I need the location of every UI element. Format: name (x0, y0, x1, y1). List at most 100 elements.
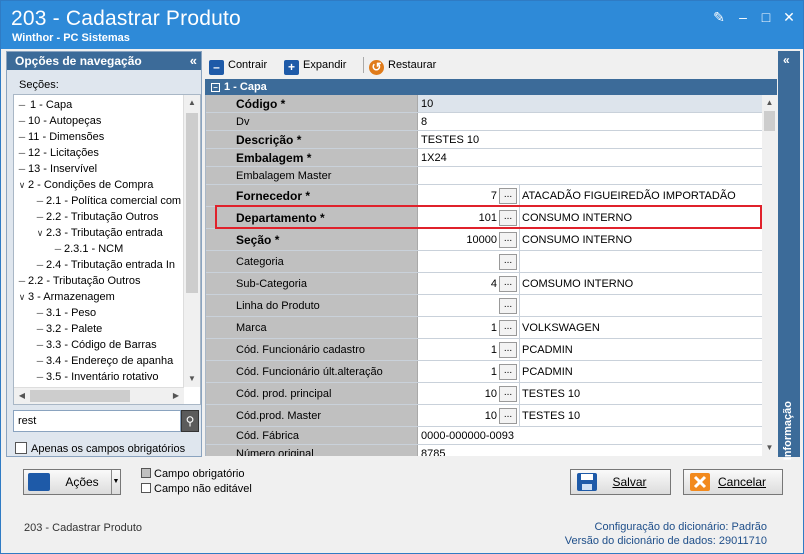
expand-info-icon[interactable]: « (783, 53, 790, 67)
tree-item-label: 10 - Autopeças (28, 115, 102, 127)
tree-expand-icon[interactable]: ∨ (34, 225, 46, 241)
navigation-panel-header: Opções de navegação « (7, 52, 201, 70)
lookup-button[interactable]: ... (499, 210, 517, 226)
field-code[interactable]: 7 (419, 185, 497, 206)
tree-scroll-thumb[interactable] (186, 113, 198, 293)
tree-horizontal-scrollbar[interactable]: ◀ ▶ (14, 387, 184, 404)
lookup-button[interactable]: ... (499, 232, 517, 248)
grid-scroll-up-icon[interactable]: ▲ (762, 95, 777, 111)
maximize-icon[interactable]: □ (759, 10, 773, 24)
field-label: Categoria (206, 251, 418, 272)
field-code[interactable]: 10000 (419, 229, 497, 250)
tree-item[interactable]: ─ 2.4 - Tributação entrada In (34, 257, 175, 273)
legend-required: Campo obrigatório (141, 468, 245, 480)
field-value[interactable] (419, 167, 421, 184)
checkbox-box[interactable] (15, 442, 27, 454)
field-value[interactable]: TESTES 10 (419, 131, 479, 148)
sections-tree[interactable]: ─ 1 - Capa ─ 10 - Autopeças ─ 11 - Dimensões ─… (13, 94, 201, 405)
tree-item[interactable]: ─ 10 - Autopeças (16, 113, 102, 129)
edit-icon[interactable]: ✎ (712, 10, 726, 24)
field-code[interactable] (419, 251, 497, 272)
tree-item[interactable]: ─ 1 - Capa (16, 97, 75, 113)
column-divider (519, 251, 520, 272)
search-icon[interactable]: ⚲ (181, 410, 199, 432)
field-label: Marca (206, 317, 418, 338)
tree-item[interactable]: ─ 2.3.1 - NCM (52, 241, 124, 257)
field-value[interactable]: 8 (419, 113, 427, 130)
tree-item[interactable]: ∨ 2 - Condições de Compra (16, 177, 154, 193)
tree-item[interactable]: ─ 12 - Licitações (16, 145, 99, 161)
tree-item[interactable]: ─ 2.1 - Política comercial com (34, 193, 181, 209)
tree-item[interactable]: ─ 3.2 - Palete (34, 321, 102, 337)
close-icon[interactable]: ✕ (782, 10, 796, 24)
required-only-checkbox[interactable]: Apenas os campos obrigatórios (15, 442, 185, 455)
tree-expand-icon[interactable]: ∨ (16, 177, 28, 193)
field-code[interactable]: 10 (419, 405, 497, 426)
info-panel[interactable]: « Informação (778, 51, 800, 460)
field-description: VOLKSWAGEN (522, 322, 600, 334)
field-code[interactable]: 4 (419, 273, 497, 294)
tree-item[interactable]: ─ 2.2 - Tributação Outros (16, 273, 141, 289)
lookup-button[interactable]: ... (499, 342, 517, 358)
tree-expand-icon[interactable]: ∨ (16, 289, 28, 305)
save-button[interactable]: Salvar (570, 469, 671, 495)
lookup-button[interactable]: ... (499, 364, 517, 380)
field-code[interactable]: 1 (419, 339, 497, 360)
collapse-button[interactable]: – Contrair (209, 56, 267, 75)
restore-button[interactable]: ↺ Restaurar (369, 56, 436, 75)
field-label: Departamento * (206, 207, 418, 228)
section-header[interactable]: –1 - Capa (205, 79, 777, 95)
tree-branch-icon: ─ (36, 372, 44, 382)
field-value[interactable]: 0000-000000-0093 (419, 427, 514, 444)
tree-item[interactable]: ─ 13 - Inservível (16, 161, 97, 177)
lookup-button[interactable]: ... (499, 320, 517, 336)
lookup-button[interactable]: ... (499, 408, 517, 424)
section-collapse-icon[interactable]: – (211, 83, 220, 92)
tree-item[interactable]: ─ 3.5 - Inventário rotativo (34, 369, 159, 385)
tree-item-label: 3.1 - Peso (46, 307, 97, 319)
tree-item[interactable]: ─ 3.4 - Endereço de apanha (34, 353, 173, 369)
field-value[interactable]: 8785 (419, 445, 445, 456)
tree-item[interactable]: ─ 3.1 - Peso (34, 305, 96, 321)
scroll-down-icon[interactable]: ▼ (184, 371, 200, 387)
grid-scrollbar[interactable]: ▲ ▼ (762, 95, 777, 456)
cancel-button[interactable]: Cancelar (683, 469, 783, 495)
field-label: Cód. Fábrica (206, 427, 418, 444)
field-code[interactable]: 1 (419, 317, 497, 338)
chevron-down-icon[interactable]: ▼ (111, 470, 120, 494)
field-value[interactable]: 1X24 (419, 149, 447, 166)
grid-scroll-thumb[interactable] (764, 111, 775, 131)
field-code[interactable] (419, 295, 497, 316)
expand-button[interactable]: + Expandir (284, 56, 346, 75)
tree-item[interactable]: ─ 2.2 - Tributação Outros (34, 209, 159, 225)
field-label: Código * (206, 95, 418, 112)
grid-scroll-down-icon[interactable]: ▼ (762, 440, 777, 456)
field-code[interactable]: 101 (419, 207, 497, 228)
lookup-button[interactable]: ... (499, 254, 517, 270)
field-row: Sub-Categoria 4... COMSUMO INTERNO (206, 273, 762, 295)
footer-program: 203 - Cadastrar Produto (24, 522, 143, 534)
lookup-button[interactable]: ... (499, 276, 517, 292)
minus-icon: – (209, 60, 224, 75)
field-label: Cód. Funcionário cadastro (206, 339, 418, 360)
tree-item[interactable]: ∨ 2.3 - Tributação entrada (34, 225, 163, 241)
lookup-button[interactable]: ... (499, 386, 517, 402)
field-code[interactable]: 10 (419, 383, 497, 404)
tree-item[interactable]: ∨ 3 - Armazenagem (16, 289, 115, 305)
collapse-panel-icon[interactable]: « (190, 53, 197, 68)
scroll-left-icon[interactable]: ◀ (14, 388, 30, 404)
actions-button[interactable]: Ações ▼ (23, 469, 121, 495)
lookup-button[interactable]: ... (499, 188, 517, 204)
tree-branch-icon: ─ (18, 164, 26, 174)
scroll-right-icon[interactable]: ▶ (168, 388, 184, 404)
tree-vertical-scrollbar[interactable]: ▲ ▼ (183, 95, 200, 387)
minimize-icon[interactable]: – (736, 10, 750, 24)
field-value[interactable]: 10 (419, 95, 433, 112)
lookup-button[interactable]: ... (499, 298, 517, 314)
tree-item[interactable]: ─ 11 - Dimensões (16, 129, 104, 145)
search-input[interactable] (13, 410, 181, 432)
field-code[interactable]: 1 (419, 361, 497, 382)
tree-hscroll-thumb[interactable] (30, 390, 130, 402)
scroll-up-icon[interactable]: ▲ (184, 95, 200, 111)
tree-item[interactable]: ─ 3.3 - Código de Barras (34, 337, 157, 353)
